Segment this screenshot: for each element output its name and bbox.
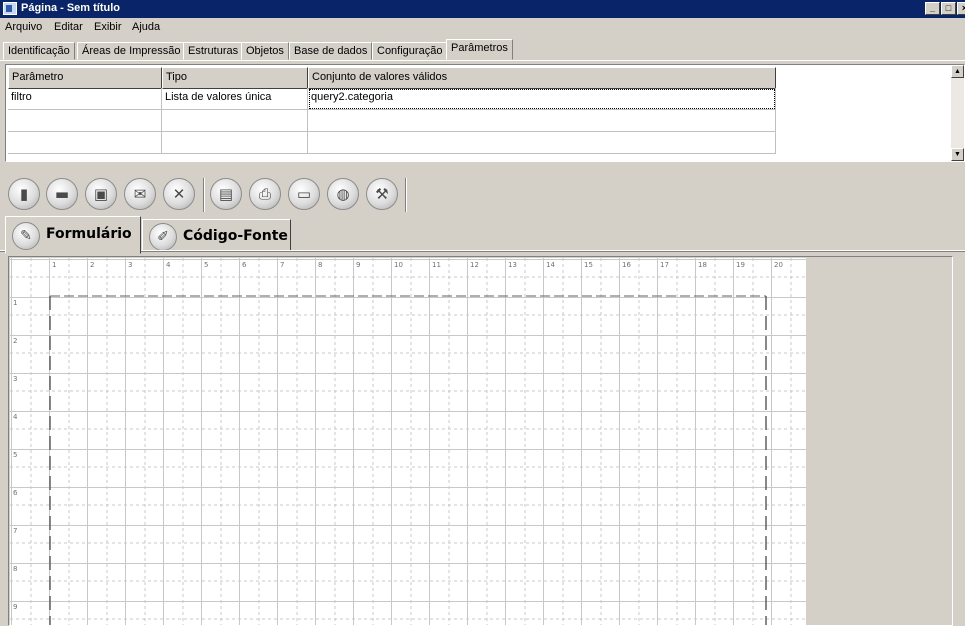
ruler-top-label: 17 [660,261,669,269]
toolbar-separator [405,178,407,212]
menu-arquivo[interactable]: Arquivo [5,21,42,33]
tab-parametros[interactable]: Parâmetros [446,39,513,60]
ruler-top-label: 4 [166,261,171,269]
ruler-top-label: 12 [470,261,479,269]
tab-estruturas[interactable]: Estruturas [183,42,244,60]
scroll-down-arrow-icon[interactable]: ▼ [951,148,964,161]
ruler-top-label: 3 [128,261,132,269]
ruler-top-label: 18 [698,261,707,269]
view-tabs-divider [0,250,965,252]
ruler-left-label: 8 [13,565,17,573]
scroll-up-arrow-icon[interactable]: ▲ [951,65,964,78]
email-icon[interactable]: ✉ [124,178,156,210]
column-header-tipo[interactable]: Tipo [162,67,308,89]
tab-divider [0,60,965,61]
ruler-left-label: 5 [13,451,17,459]
tab-codigo-fonte-label: Código-Fonte [183,228,288,244]
ruler-top-label: 1 [52,261,56,269]
toolbar-separator [203,178,205,212]
ruler-left-label: 4 [13,413,18,421]
view-tabs: ✎ Formulário ✐ Código-Fonte [0,214,965,254]
ruler-left-label: 3 [13,375,17,383]
maximize-button[interactable]: □ [941,2,956,15]
ruler-left-label: 6 [13,489,18,497]
tab-identificacao[interactable]: Identificação [3,42,75,60]
grid-scrollbar[interactable]: ▲ ▼ [951,65,964,161]
edit-form-icon: ✎ [12,222,40,250]
ruler-top-label: 11 [432,261,441,269]
new-document-icon[interactable]: ▮ [8,178,40,210]
table-cell-empty[interactable] [8,110,162,132]
tab-areas-de-impressao[interactable]: Áreas de Impressão [77,42,186,60]
scroll-up-arrow-icon[interactable]: ▲ [952,259,953,272]
scroll-thumb[interactable] [952,273,953,399]
form-canvas-area: 1 2 3 4 5 6 7 8 9 10 11 12 13 14 15 16 17 18 19 20 12345678… [8,256,953,626]
menu-exibir[interactable]: Exibir [94,21,122,33]
menu-ajuda[interactable]: Ajuda [132,21,160,33]
tab-base-de-dados[interactable]: Base de dados [289,42,373,60]
ruler-top-label: 7 [280,261,284,269]
app-icon [3,2,17,15]
menu-bar: Arquivo Editar Exibir Ajuda [0,18,965,38]
minor-grid [10,258,806,625]
table-cell-empty[interactable] [308,132,776,154]
table-cell-valores-validos[interactable]: query2.categoria [308,88,776,110]
table-cell-empty[interactable] [162,132,308,154]
ruler-top-label: 14 [546,261,555,269]
tab-formulario-label: Formulário [46,226,132,242]
application-window: Página - Sem título _ □ × Arquivo Editar… [0,0,965,626]
table-cell-empty[interactable] [162,110,308,132]
tab-formulario[interactable]: ✎ Formulário [5,216,141,254]
print-preview-icon[interactable]: ▤ [210,178,242,210]
ruler-left-label: 1 [13,299,17,307]
canvas-scrollbar[interactable]: ▲ [952,257,953,626]
open-folder-icon[interactable]: ▬ [46,178,78,210]
ruler-top-label: 16 [622,261,631,269]
form-canvas[interactable]: 1 2 3 4 5 6 7 8 9 10 11 12 13 14 15 16 17 18 19 20 12345678… [10,258,806,625]
ruler-top-label: 13 [508,261,517,269]
ruler-top-label: 6 [242,261,247,269]
save-icon[interactable]: ▣ [85,178,117,210]
ruler-top: 1 2 3 4 5 6 7 8 9 10 11 12 13 14 15 16 17 18 19 20 [52,261,783,269]
column-header-parametro[interactable]: Parâmetro [8,67,162,89]
minimize-button[interactable]: _ [925,2,940,15]
close-button[interactable]: × [957,2,965,15]
ruler-top-label: 5 [204,261,208,269]
window-title: Página - Sem título [21,2,121,14]
build-hammer-icon[interactable]: ⚒ [366,178,398,210]
ruler-left-label: 7 [13,527,17,535]
ruler-top-label: 9 [356,261,360,269]
ruler-top-label: 19 [736,261,745,269]
menu-editar[interactable]: Editar [54,21,83,33]
parameters-grid: Parâmetro Tipo Conjunto de valores válid… [5,64,965,162]
tab-objetos[interactable]: Objetos [241,42,289,60]
table-cell-empty[interactable] [308,110,776,132]
tab-codigo-fonte[interactable]: ✐ Código-Fonte [142,219,291,252]
globe-icon[interactable]: ◍ [327,178,359,210]
ruler-top-label: 2 [90,261,94,269]
print-icon[interactable]: ⎙ [249,178,281,210]
ruler-top-label: 15 [584,261,593,269]
column-header-valores-validos[interactable]: Conjunto de valores válidos [308,67,776,89]
delete-icon[interactable]: ✕ [163,178,195,210]
tab-configuracao[interactable]: Configuração [372,42,448,60]
tab-strip: Identificação Áreas de Impressão Estrutu… [0,38,965,62]
edit-source-icon: ✐ [149,223,177,251]
title-bar: Página - Sem título _ □ × [0,0,965,18]
table-cell-empty[interactable] [8,132,162,154]
toolbar: ▮ ▬ ▣ ✉ ✕ ▤ ⎙ ▭ ◍ ⚒ [0,172,965,216]
table-cell-parametro[interactable]: filtro [8,88,162,110]
ruler-left-label: 9 [13,603,17,611]
table-cell-tipo[interactable]: Lista de valores única [162,88,308,110]
ruler-top-label: 10 [394,261,403,269]
ruler-top-label: 8 [318,261,322,269]
ruler-top-label: 20 [774,261,783,269]
ruler-left-label: 2 [13,337,17,345]
ruler-left: 1 2 3 4 5 6 7 8 9 [13,299,18,611]
canvas-grid-overlay: 1 2 3 4 5 6 7 8 9 10 11 12 13 14 15 16 17 18 19 20 12345678… [10,258,806,625]
monitor-icon[interactable]: ▭ [288,178,320,210]
